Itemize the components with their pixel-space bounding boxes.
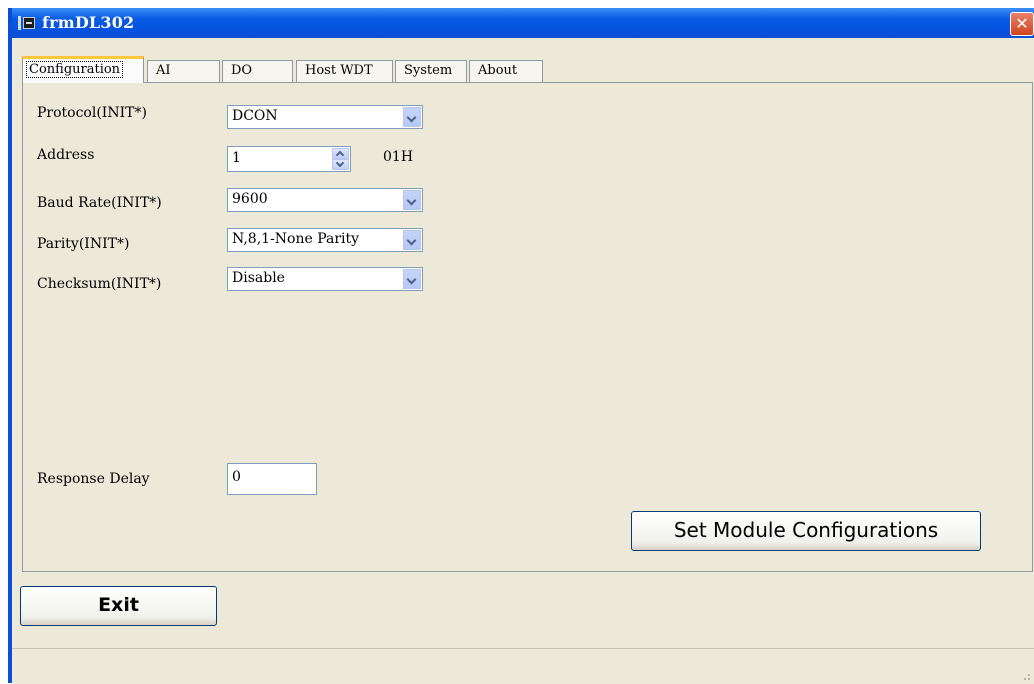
exit-button[interactable]: Exit: [20, 586, 217, 626]
address-label: Address: [37, 147, 95, 163]
address-hex: 01H: [383, 149, 414, 165]
address-stepper[interactable]: 1: [227, 146, 351, 172]
protocol-value: DCON: [232, 108, 278, 124]
protocol-select[interactable]: DCON: [227, 105, 423, 129]
close-icon[interactable]: ✕: [1010, 12, 1034, 36]
app-icon: [18, 16, 36, 30]
parity-value: N,8,1-None Parity: [232, 231, 360, 247]
tab-host-wdt[interactable]: Host WDT: [296, 60, 393, 82]
baud-rate-select[interactable]: 9600: [227, 188, 423, 212]
chevron-up-icon[interactable]: [332, 148, 349, 159]
resize-grip-icon[interactable]: [1020, 670, 1030, 680]
window-title: frmDL302: [42, 13, 135, 32]
response-delay-label: Response Delay: [37, 471, 150, 487]
baud-rate-value: 9600: [232, 191, 268, 207]
main-window: frmDL302 ✕ Configuration AI DO Host WDT …: [8, 8, 1034, 684]
tab-ai[interactable]: AI: [147, 60, 220, 82]
checksum-select[interactable]: Disable: [227, 267, 423, 291]
tab-configuration[interactable]: Configuration: [22, 56, 144, 83]
chevron-down-icon[interactable]: [403, 269, 421, 289]
protocol-label: Protocol(INIT*): [37, 105, 147, 121]
parity-label: Parity(INIT*): [37, 236, 130, 252]
chevron-down-icon[interactable]: [403, 190, 421, 210]
baud-rate-label: Baud Rate(INIT*): [37, 195, 162, 211]
title-bar[interactable]: frmDL302 ✕: [12, 8, 1034, 38]
checksum-label: Checksum(INIT*): [37, 276, 162, 292]
checksum-value: Disable: [232, 270, 285, 286]
tab-system[interactable]: System: [395, 60, 467, 82]
set-module-configurations-button[interactable]: Set Module Configurations: [631, 511, 981, 551]
tab-do[interactable]: DO: [222, 60, 293, 82]
chevron-down-icon[interactable]: [403, 230, 421, 250]
response-delay-input[interactable]: 0: [227, 463, 317, 495]
chevron-down-icon[interactable]: [332, 159, 349, 170]
tab-about[interactable]: About: [469, 60, 543, 82]
status-bar: [12, 648, 1034, 684]
chevron-down-icon[interactable]: [403, 107, 421, 127]
parity-select[interactable]: N,8,1-None Parity: [227, 228, 423, 252]
address-value: 1: [232, 150, 241, 166]
configuration-panel: Protocol(INIT*) DCON Address 1 01H Baud …: [22, 82, 1033, 572]
